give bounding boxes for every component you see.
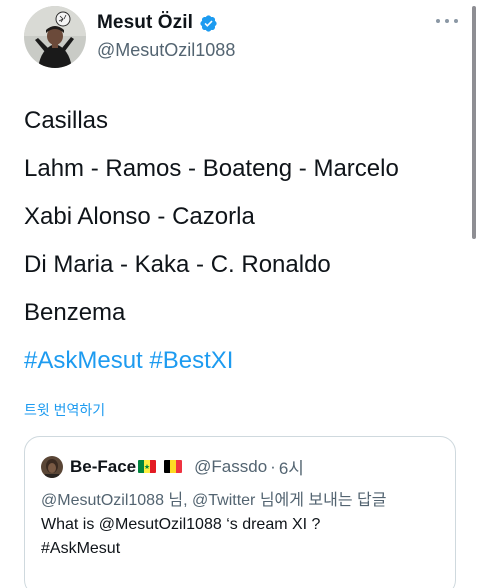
quoted-author-name[interactable]: Be-Face bbox=[70, 457, 136, 477]
translate-tweet-link[interactable]: 트윗 번역하기 bbox=[24, 400, 105, 420]
belgium-flag-icon bbox=[164, 460, 183, 473]
reply-context: @MesutOzil1088 님, @Twitter 님에게 보내는 답글 bbox=[41, 492, 387, 509]
author-avatar[interactable] bbox=[24, 6, 86, 68]
author-display-name[interactable]: Mesut Özil bbox=[97, 12, 193, 34]
verified-badge-icon bbox=[199, 14, 218, 33]
quoted-tweet-time[interactable]: 6시 bbox=[279, 454, 304, 479]
quoted-text-line: What is @MesutOzil1088 ‘s dream XI ? bbox=[41, 516, 321, 533]
tweet-line: Lahm - Ramos - Boateng - Marcelo bbox=[24, 155, 399, 182]
quoted-tweet-card[interactable]: Be-Face @Fassdo · 6시 @MesutOzil1088 님, @… bbox=[24, 436, 456, 588]
quoted-author-avatar[interactable] bbox=[41, 455, 63, 478]
author-handle[interactable]: @MesutOzil1088 bbox=[97, 40, 235, 61]
quoted-tweet-text: What is @MesutOzil1088 ‘s dream XI ? #As… bbox=[41, 513, 441, 561]
tweet-line: Benzema bbox=[24, 299, 126, 326]
more-options-icon[interactable] bbox=[436, 14, 458, 28]
scrollbar[interactable] bbox=[472, 6, 476, 239]
tweet-text: Casillas Lahm - Ramos - Boateng - Marcel… bbox=[24, 97, 454, 385]
quoted-text-line: #AskMesut bbox=[41, 540, 121, 557]
tweet-line: Di Maria - Kaka - C. Ronaldo bbox=[24, 251, 331, 278]
tweet-line: Casillas bbox=[24, 107, 109, 134]
senegal-flag-icon bbox=[138, 460, 157, 473]
quoted-author-handle[interactable]: @Fassdo bbox=[194, 457, 267, 477]
tweet-line: Xabi Alonso - Cazorla bbox=[24, 203, 255, 230]
tweet-hashtags[interactable]: #AskMesut #BestXI bbox=[24, 337, 454, 385]
separator-dot: · bbox=[270, 456, 276, 476]
